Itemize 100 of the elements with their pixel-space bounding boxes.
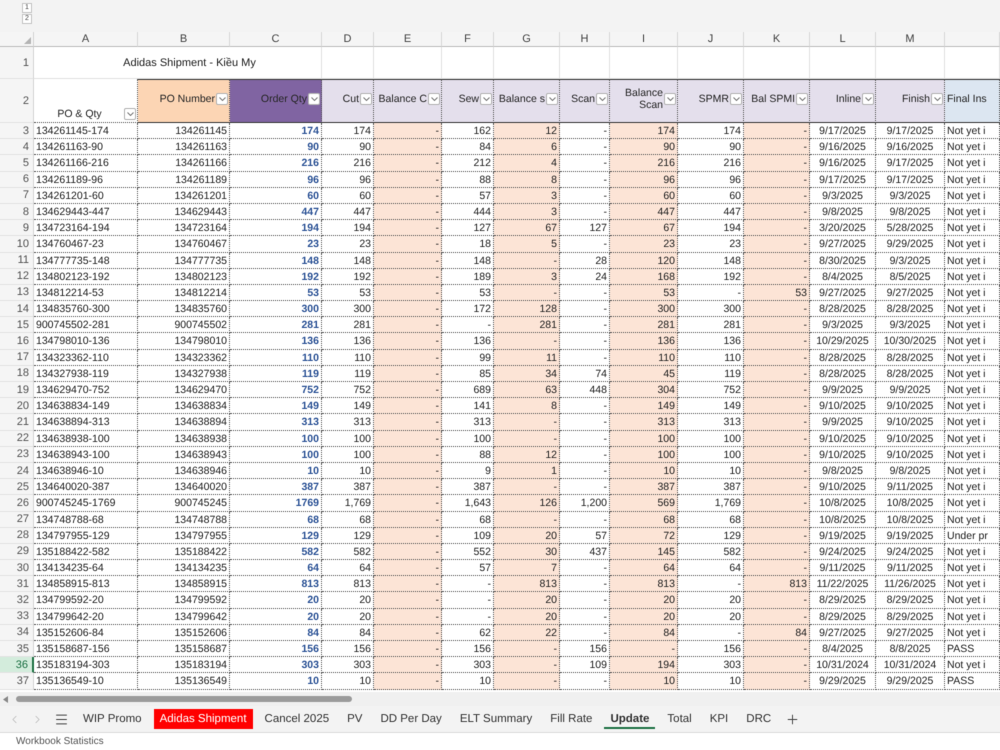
sheet-tab[interactable]: Cancel 2025: [258, 709, 336, 729]
sheet-tab[interactable]: KPI: [704, 709, 734, 729]
column-header[interactable]: K: [744, 32, 810, 47]
row-header[interactable]: 8: [0, 204, 34, 220]
table-cell: 34: [494, 366, 560, 382]
row-header[interactable]: 17: [0, 350, 34, 366]
table-cell: 9/19/2025: [876, 528, 945, 544]
scroll-left-icon[interactable]: [3, 696, 8, 702]
sheet-tab[interactable]: Update: [604, 709, 656, 729]
sheet-tab[interactable]: Fill Rate: [544, 709, 598, 729]
column-header[interactable]: J: [678, 32, 744, 47]
filter-button[interactable]: [796, 93, 808, 105]
filter-button[interactable]: [664, 93, 676, 105]
sheet-tab[interactable]: ELT Summary: [454, 709, 538, 729]
table-cell: 9/16/2025: [876, 139, 945, 156]
filter-button[interactable]: [428, 93, 440, 105]
row-header[interactable]: 13: [0, 284, 34, 302]
row-header[interactable]: 28: [0, 528, 34, 544]
table-cell: -: [744, 317, 810, 334]
row-header[interactable]: 33: [0, 608, 34, 625]
row-header[interactable]: 23: [0, 446, 34, 463]
sheet-tab[interactable]: WIP Promo: [77, 709, 148, 729]
row-header[interactable]: 35: [0, 641, 34, 658]
row-header[interactable]: 1: [0, 47, 34, 79]
table-cell: 8/29/2025: [876, 608, 945, 625]
scrollbar-thumb[interactable]: [16, 696, 352, 702]
table-cell: 5/28/2025: [876, 220, 945, 236]
row-header[interactable]: 7: [0, 188, 34, 204]
sheet-tab[interactable]: DRC: [740, 709, 778, 729]
table-cell: 11: [494, 350, 560, 366]
column-label: Sew: [458, 93, 479, 107]
row-header[interactable]: 24: [0, 462, 34, 480]
sheet-tab[interactable]: PV: [341, 709, 368, 729]
table-cell: Not yet i: [945, 576, 1000, 592]
table-cell: -: [374, 317, 442, 334]
row-header[interactable]: 2: [0, 79, 34, 123]
row-header[interactable]: 21: [0, 414, 34, 431]
row-header[interactable]: 20: [0, 398, 34, 414]
filter-button[interactable]: [546, 93, 558, 105]
column-header[interactable]: A: [34, 32, 138, 47]
row-header[interactable]: 14: [0, 301, 34, 318]
row-header[interactable]: 19: [0, 382, 34, 398]
row-header[interactable]: 3: [0, 123, 34, 140]
row-header[interactable]: 15: [0, 317, 34, 334]
column-header[interactable]: I: [610, 32, 678, 47]
column-header[interactable]: H: [560, 32, 610, 47]
table-cell: 134640020: [138, 479, 230, 496]
row-header[interactable]: 31: [0, 576, 34, 592]
row-header[interactable]: 5: [0, 155, 34, 172]
row-header[interactable]: 30: [0, 560, 34, 576]
table-cell: -: [744, 495, 810, 512]
row-header[interactable]: 11: [0, 252, 34, 269]
column-header[interactable]: E: [374, 32, 442, 47]
table-cell: 10: [230, 673, 322, 690]
column-header[interactable]: F: [442, 32, 494, 47]
row-header[interactable]: 36: [0, 657, 34, 674]
filter-button[interactable]: [216, 93, 228, 105]
table-cell: 9/9/2025: [810, 414, 876, 431]
row-header[interactable]: 16: [0, 333, 34, 350]
row-header[interactable]: 4: [0, 139, 34, 156]
filter-button[interactable]: [360, 93, 372, 105]
row-header[interactable]: 32: [0, 592, 34, 609]
table-cell: Not yet i: [945, 317, 1000, 334]
table-cell: -: [374, 462, 442, 480]
table-cell: -: [744, 430, 810, 447]
row-header[interactable]: 34: [0, 624, 34, 641]
sheet-tab[interactable]: Total: [661, 709, 698, 729]
column-header[interactable]: M: [876, 32, 945, 47]
row-header[interactable]: 27: [0, 512, 34, 528]
row-header[interactable]: 10: [0, 236, 34, 252]
filter-button[interactable]: [308, 93, 320, 105]
column-header[interactable]: G: [494, 32, 560, 47]
column-header[interactable]: C: [230, 32, 322, 47]
row-header[interactable]: 18: [0, 366, 34, 382]
row-header[interactable]: 26: [0, 495, 34, 512]
row-header[interactable]: 9: [0, 220, 34, 236]
filter-button[interactable]: [480, 93, 492, 105]
column-header[interactable]: D: [322, 32, 374, 47]
filter-button[interactable]: [730, 93, 742, 105]
filter-button[interactable]: [862, 93, 874, 105]
table-cell: 134799642-20: [34, 608, 138, 625]
column-header[interactable]: B: [138, 32, 230, 47]
table-cell: Not yet i: [945, 414, 1000, 431]
row-header[interactable]: 37: [0, 673, 34, 690]
row-header[interactable]: 25: [0, 479, 34, 496]
table-cell: 447: [610, 204, 678, 220]
table-cell: 134261163: [138, 139, 230, 156]
sheet-tab[interactable]: DD Per Day: [374, 709, 448, 729]
column-header[interactable]: L: [810, 32, 876, 47]
table-cell: -: [744, 512, 810, 528]
table-cell: Not yet i: [945, 592, 1000, 609]
row-header[interactable]: 22: [0, 430, 34, 447]
row-header[interactable]: 29: [0, 544, 34, 560]
row-header[interactable]: 6: [0, 172, 34, 188]
filter-button[interactable]: [124, 108, 136, 120]
filter-button[interactable]: [596, 93, 608, 105]
filter-button[interactable]: [931, 93, 943, 105]
table-cell: Not yet i: [945, 172, 1000, 188]
row-header[interactable]: 12: [0, 268, 34, 285]
sheet-tab[interactable]: Adidas Shipment: [154, 709, 253, 729]
